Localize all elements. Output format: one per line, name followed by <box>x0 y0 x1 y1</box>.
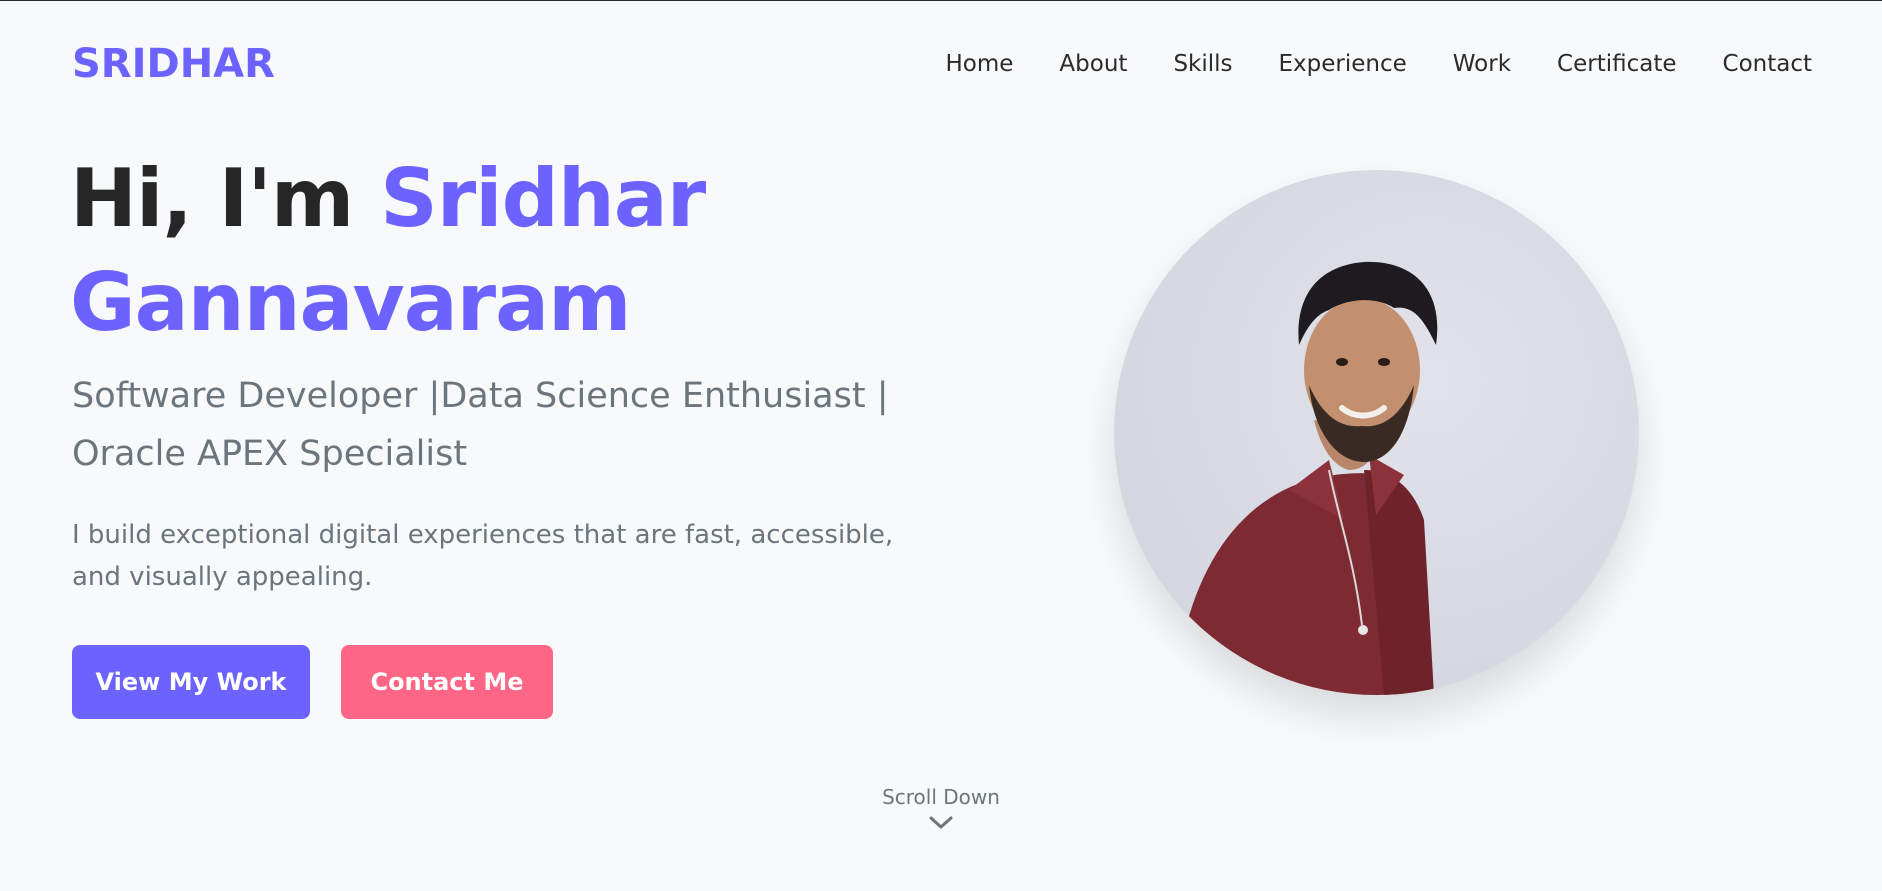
hero-subtitle: Software Developer |Data Science Enthusi… <box>72 367 932 483</box>
logo[interactable]: SRIDHAR <box>72 41 275 87</box>
scroll-down[interactable]: Scroll Down <box>0 785 1882 835</box>
nav-experience[interactable]: Experience <box>1279 51 1407 77</box>
hero-description: I build exceptional digital experiences … <box>72 520 894 592</box>
view-my-work-button[interactable]: View My Work <box>72 645 310 719</box>
hero-title: Hi, I'm Sridhar Gannavaram <box>70 147 970 355</box>
hero-greeting: Hi, I'm <box>70 152 381 245</box>
hero-name-first: Sridhar <box>380 152 706 245</box>
nav-certificate[interactable]: Certificate <box>1557 51 1676 77</box>
contact-me-button[interactable]: Contact Me <box>341 645 553 719</box>
nav-work[interactable]: Work <box>1453 51 1511 77</box>
page: SRIDHAR Home About Skills Experience Wor… <box>0 0 1882 891</box>
nav-skills[interactable]: Skills <box>1173 51 1232 77</box>
profile-photo <box>1114 170 1639 695</box>
hero-subtitle-line2: Oracle APEX Specialist <box>72 434 468 474</box>
scroll-down-label: Scroll Down <box>882 785 1000 809</box>
nav-home[interactable]: Home <box>946 51 1014 77</box>
chevron-down-icon <box>928 815 954 835</box>
nav-contact[interactable]: Contact <box>1723 51 1812 77</box>
hero-name-last: Gannavaram <box>70 256 631 349</box>
hero-subtitle-line1: Software Developer |Data Science Enthusi… <box>72 376 889 416</box>
nav-about[interactable]: About <box>1059 51 1127 77</box>
main-nav: Home About Skills Experience Work Certif… <box>946 51 1813 77</box>
person-illustration <box>1174 261 1438 695</box>
